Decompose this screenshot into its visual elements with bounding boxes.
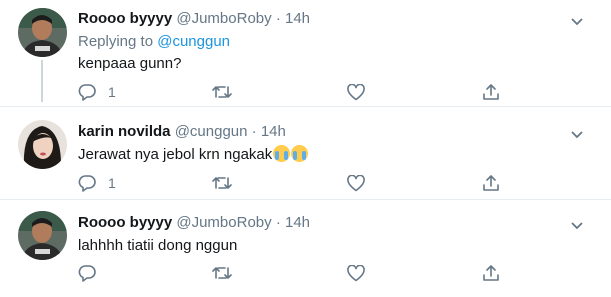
- replying-to: Replying to @cunggun: [78, 33, 230, 51]
- retweet-icon: [212, 86, 232, 98]
- retweet-icon: [212, 267, 232, 279]
- loudly-crying-face-icon: [291, 145, 309, 162]
- reply-count: 1: [108, 175, 116, 191]
- reply-button[interactable]: [78, 263, 108, 283]
- mention-link[interactable]: @cunggun: [157, 33, 230, 50]
- tweet-actions: 1: [78, 82, 518, 102]
- tweet-text-content: Jerawat nya jebol krn ngakak: [78, 146, 273, 163]
- reply-count: 1: [108, 84, 116, 100]
- replying-label: Replying to: [78, 33, 154, 50]
- tweet-header: karin novilda @cunggun · 14h: [78, 123, 286, 141]
- heart-icon: [347, 174, 365, 191]
- avatar[interactable]: [18, 120, 67, 169]
- share-icon: [483, 265, 499, 281]
- share-icon: [483, 175, 499, 191]
- chevron-down-icon[interactable]: [570, 218, 584, 230]
- tweet-text: lahhhh tiatii dong nggun: [78, 237, 238, 254]
- reply-button[interactable]: 1: [78, 82, 116, 102]
- reply-icon: [78, 84, 96, 101]
- tweet-header: Roooo byyyy @JumboRoby · 14h: [78, 10, 310, 28]
- retweet-button[interactable]: [212, 263, 232, 283]
- share-button[interactable]: [483, 173, 499, 193]
- like-button[interactable]: [347, 82, 365, 102]
- tweet-actions: 1: [78, 173, 518, 193]
- avatar[interactable]: [18, 211, 67, 260]
- tweet-text: Jerawat nya jebol krn ngakak: [78, 145, 309, 164]
- display-name[interactable]: karin novilda: [78, 123, 171, 140]
- tweet[interactable]: Roooo byyyy @JumboRoby · 14h Replying to…: [0, 0, 611, 106]
- timestamp[interactable]: 14h: [285, 214, 310, 231]
- share-button[interactable]: [483, 82, 499, 102]
- user-handle[interactable]: @cunggun: [175, 123, 248, 140]
- tweet[interactable]: Roooo byyyy @JumboRoby · 14h lahhhh tiat…: [0, 200, 611, 297]
- loudly-crying-face-icon: [273, 145, 291, 162]
- share-icon: [483, 84, 499, 100]
- timestamp[interactable]: 14h: [261, 123, 286, 140]
- chevron-down-icon[interactable]: [570, 127, 584, 139]
- avatar[interactable]: [18, 8, 67, 57]
- chevron-down-icon[interactable]: [570, 14, 584, 26]
- reply-icon: [78, 265, 96, 282]
- separator-dot: ·: [251, 123, 257, 140]
- timestamp[interactable]: 14h: [285, 10, 310, 27]
- user-handle[interactable]: @JumboRoby: [176, 214, 271, 231]
- retweet-button[interactable]: [212, 173, 232, 193]
- display-name[interactable]: Roooo byyyy: [78, 214, 172, 231]
- like-button[interactable]: [347, 173, 365, 193]
- retweet-icon: [212, 177, 232, 189]
- user-handle[interactable]: @JumboRoby: [176, 10, 271, 27]
- separator-dot: ·: [275, 214, 281, 231]
- reply-button[interactable]: 1: [78, 173, 116, 193]
- like-button[interactable]: [347, 263, 365, 283]
- tweet-actions: [78, 263, 518, 283]
- separator-dot: ·: [275, 10, 281, 27]
- tweet[interactable]: karin novilda @cunggun · 14h Jerawat nya…: [0, 107, 611, 199]
- tweet-text: kenpaaa gunn?: [78, 55, 182, 72]
- reply-icon: [78, 175, 96, 192]
- tweet-header: Roooo byyyy @JumboRoby · 14h: [78, 214, 310, 232]
- heart-icon: [347, 264, 365, 281]
- display-name[interactable]: Roooo byyyy: [78, 10, 172, 27]
- share-button[interactable]: [483, 263, 499, 283]
- retweet-button[interactable]: [212, 82, 232, 102]
- heart-icon: [347, 83, 365, 100]
